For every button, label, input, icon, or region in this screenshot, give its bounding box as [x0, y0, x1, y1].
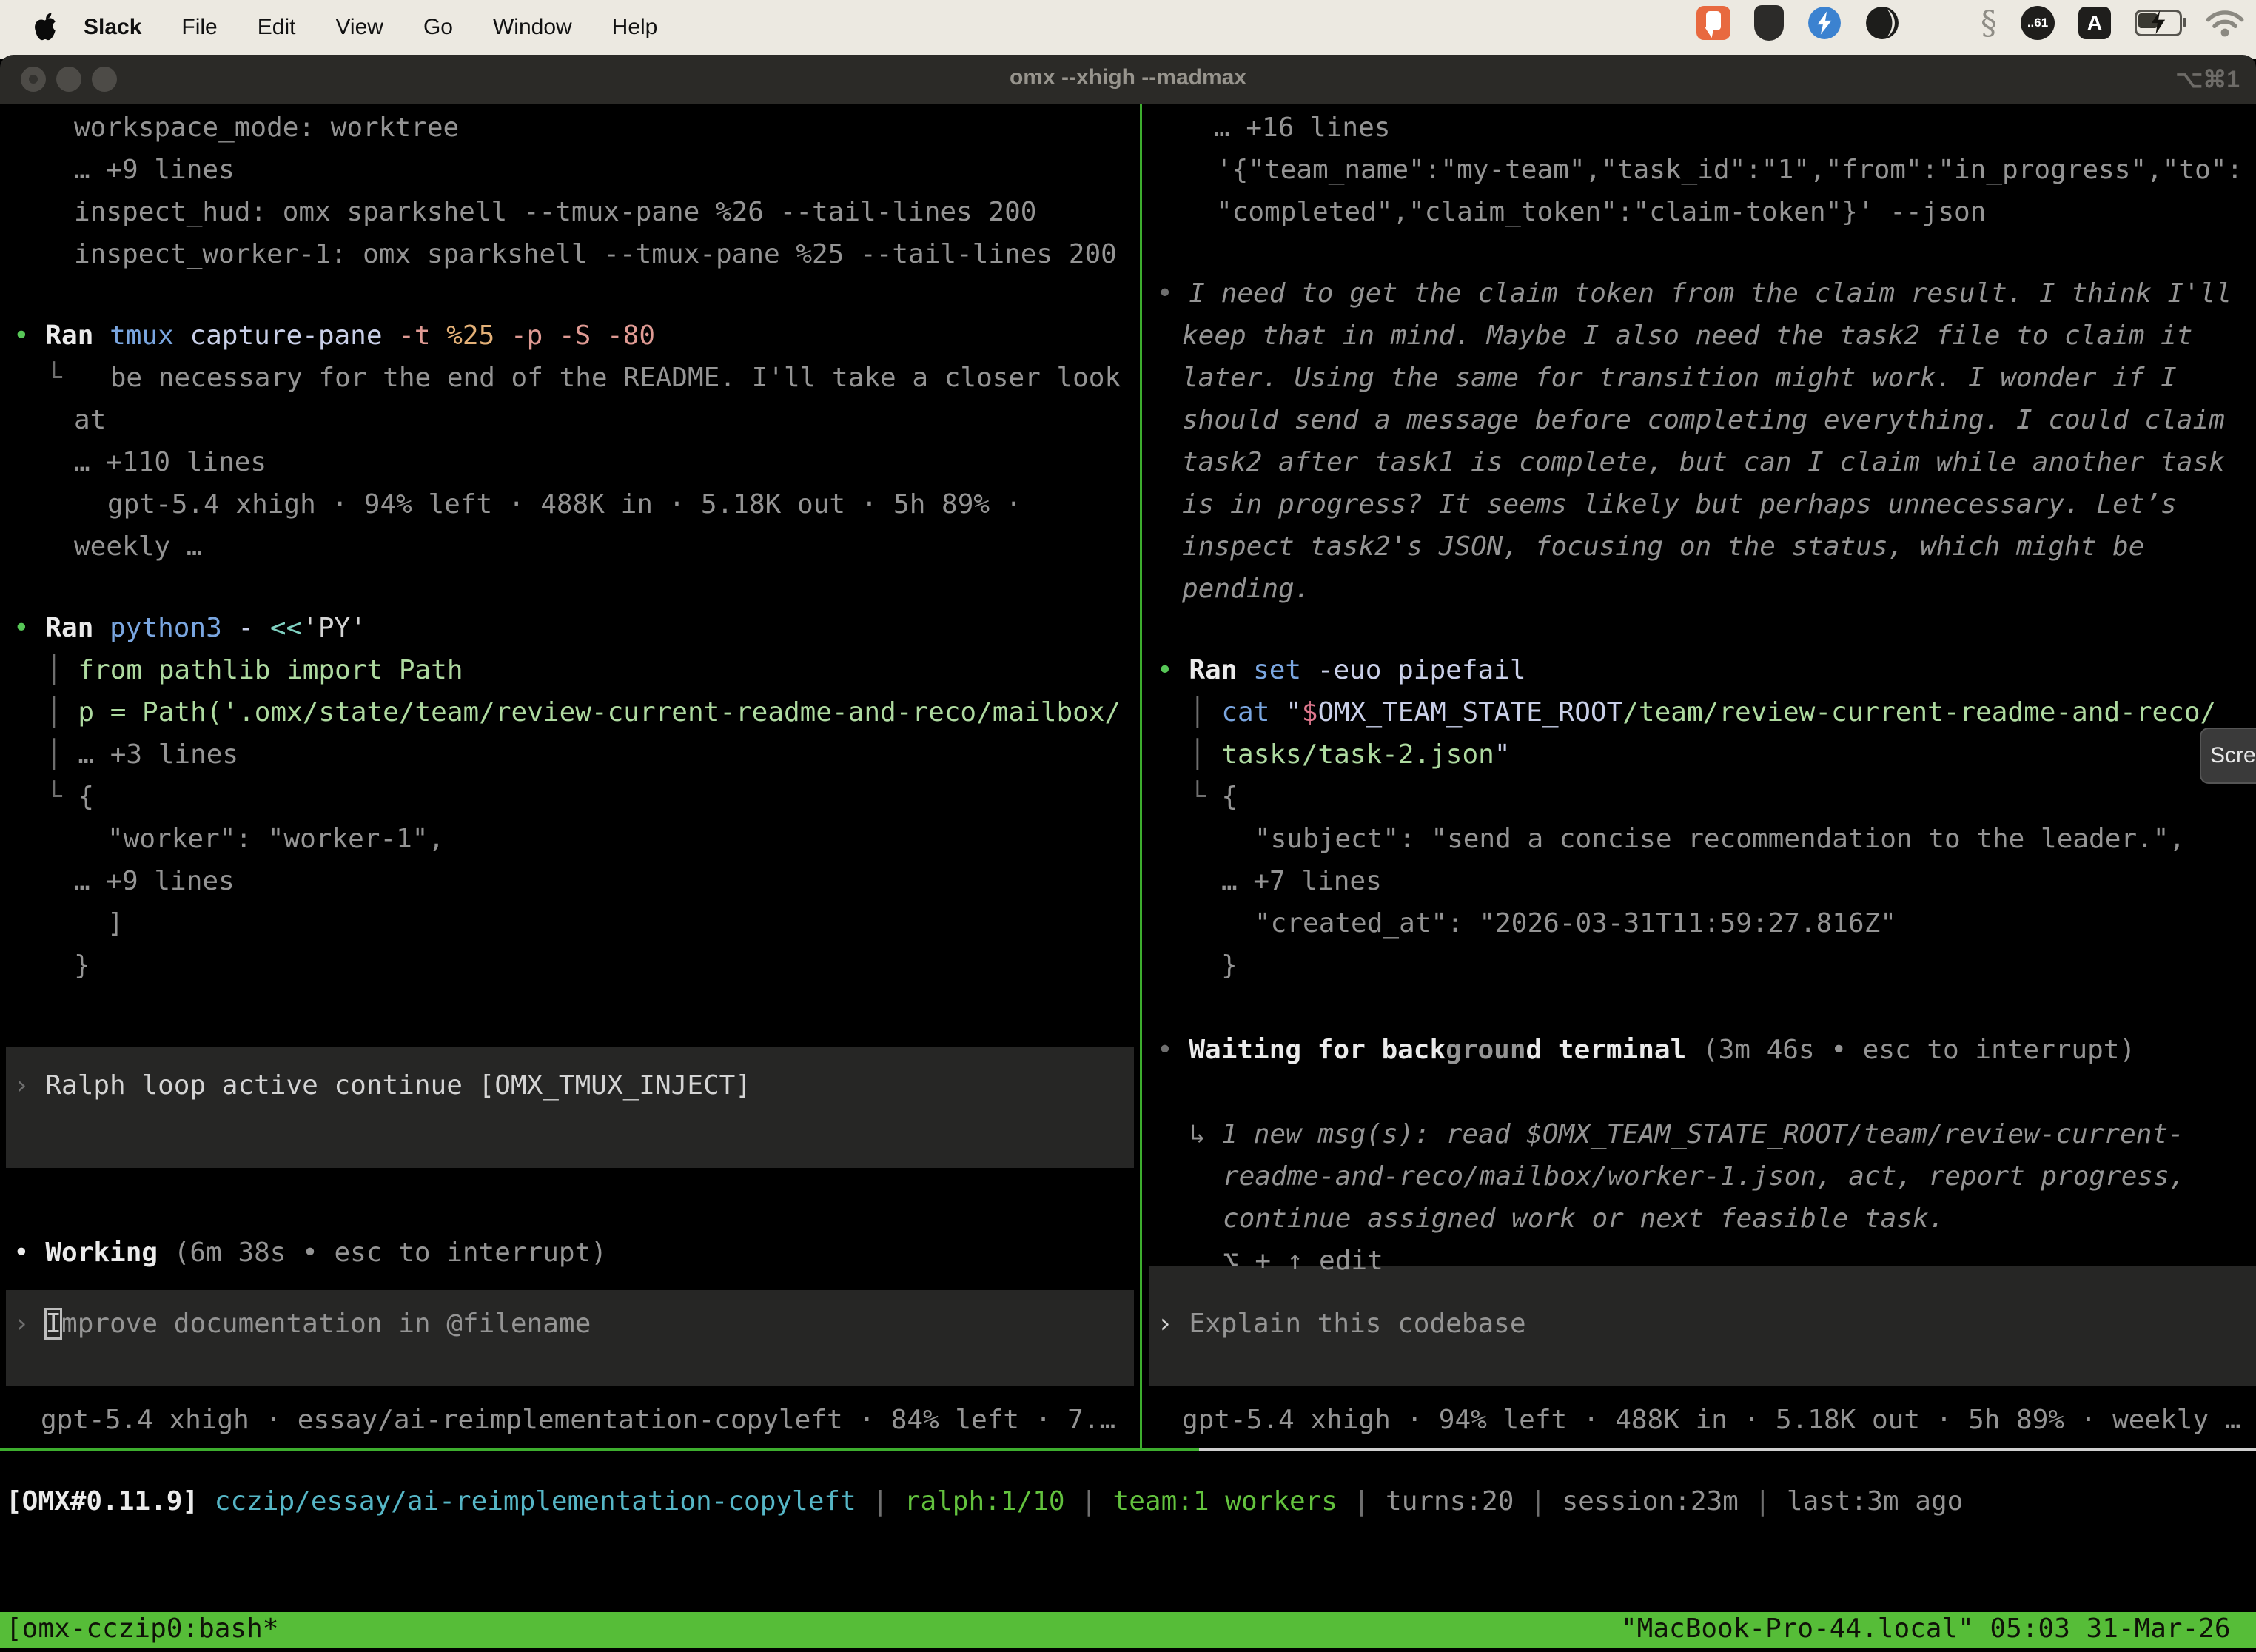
- reasoning-line: inspect task2's JSON, focusing on the st…: [1182, 526, 2144, 568]
- command-output-line: … +9 lines: [74, 860, 235, 902]
- model-status-right: gpt-5.4 xhigh · 94% left · 488K in · 5.1…: [1182, 1399, 2240, 1441]
- scrollback-line: … +16 lines: [1214, 107, 1390, 149]
- scrollback-line: '{"team_name":"my-team","task_id":"1","f…: [1216, 149, 2243, 191]
- command-output-line: }: [74, 944, 90, 987]
- command-output-line: "worker": "worker-1",: [107, 818, 444, 860]
- screen: Slack File Edit View Go Window Help § ..…: [0, 0, 2256, 1652]
- command-output-line: ]: [107, 902, 124, 944]
- command-line: • Ran tmux capture-pane -t %25 -p -S -80: [13, 315, 655, 357]
- screen-tooltip: Scre: [2200, 728, 2256, 784]
- reasoning-line: pending.: [1182, 568, 1310, 610]
- reasoning-line: task2 after task1 is complete, but can I…: [1182, 441, 2225, 483]
- reasoning-line: later. Using the same for transition mig…: [1182, 357, 2177, 399]
- command-output-line: └ {: [1189, 776, 1238, 818]
- tmux-session-label: [omx-cczip0:bash*: [6, 1608, 278, 1650]
- working-status-line: • Working (6m 38s • esc to interrupt): [13, 1232, 607, 1274]
- reasoning-line: is in progress? It seems likely but perh…: [1182, 483, 2177, 526]
- command-output-line: "subject": "send a concise recommendatio…: [1255, 818, 2185, 860]
- command-output-line: … +110 lines: [74, 441, 266, 483]
- text-cursor: I: [45, 1309, 61, 1339]
- code-line: │ from pathlib import Path: [46, 649, 463, 691]
- command-output-line: at: [74, 399, 106, 441]
- terminal-content: workspace_mode: worktree… +9 linesinspec…: [0, 0, 2256, 1652]
- prompt-text-right[interactable]: › Explain this codebase: [1157, 1303, 1526, 1345]
- command-output-line: }: [1221, 944, 1238, 987]
- reasoning-line: should send a message before completing …: [1182, 399, 2225, 441]
- code-line: │ … +3 lines: [46, 733, 238, 776]
- mailbox-message-line: continue assigned work or next feasible …: [1223, 1198, 1944, 1240]
- code-line: │ p = Path('.omx/state/team/review-curre…: [46, 691, 1121, 733]
- command-line: │ cat "$OMX_TEAM_STATE_ROOT/team/review-…: [1189, 691, 2216, 733]
- command-line: │ tasks/task-2.json": [1189, 733, 1511, 776]
- prompt-text-left[interactable]: › Improve documentation in @filename: [13, 1303, 591, 1345]
- command-output-line: └ be necessary for the end of the README…: [46, 357, 1121, 399]
- edit-hint-line: ⌥ + ↑ edit: [1223, 1240, 1383, 1282]
- mailbox-message-line: ↳ 1 new msg(s): read $OMX_TEAM_STATE_ROO…: [1189, 1113, 2184, 1155]
- waiting-status-line: • Waiting for background terminal (3m 46…: [1157, 1029, 2135, 1071]
- screen-tooltip-label: Scre: [2210, 743, 2256, 768]
- mailbox-message-line: readme-and-reco/mailbox/worker-1.json, a…: [1223, 1155, 2185, 1198]
- scrollback-line: inspect_hud: omx sparkshell --tmux-pane …: [74, 191, 1036, 233]
- command-output-line: weekly …: [74, 526, 202, 568]
- ralph-status-line: › Ralph loop active continue [OMX_TMUX_I…: [13, 1064, 751, 1107]
- command-output-line: … +7 lines: [1221, 860, 1382, 902]
- command-output-line: gpt-5.4 xhigh · 94% left · 488K in · 5.1…: [107, 483, 1021, 526]
- command-line: • Ran set -euo pipefail: [1157, 649, 1526, 691]
- tmux-host-time: "MacBook-Pro-44.local" 05:03 31-Mar-26: [1621, 1608, 2231, 1650]
- command-output-line: "created_at": "2026-03-31T11:59:27.816Z": [1255, 902, 1896, 944]
- reasoning-line: • I need to get the claim token from the…: [1157, 272, 2232, 315]
- command-line: • Ran python3 - <<'PY': [13, 607, 366, 649]
- model-status-left: gpt-5.4 xhigh · essay/ai-reimplementatio…: [41, 1399, 1115, 1441]
- scrollback-line: … +9 lines: [74, 149, 235, 191]
- scrollback-line: "completed","claim_token":"claim-token"}…: [1216, 191, 1986, 233]
- command-output-line: └ {: [46, 776, 94, 818]
- reasoning-line: keep that in mind. Maybe I also need the…: [1182, 315, 2192, 357]
- scrollback-line: workspace_mode: worktree: [74, 107, 459, 149]
- scrollback-line: inspect_worker-1: omx sparkshell --tmux-…: [74, 233, 1117, 275]
- omx-status-line: [OMX#0.11.9] cczip/essay/ai-reimplementa…: [6, 1480, 1963, 1522]
